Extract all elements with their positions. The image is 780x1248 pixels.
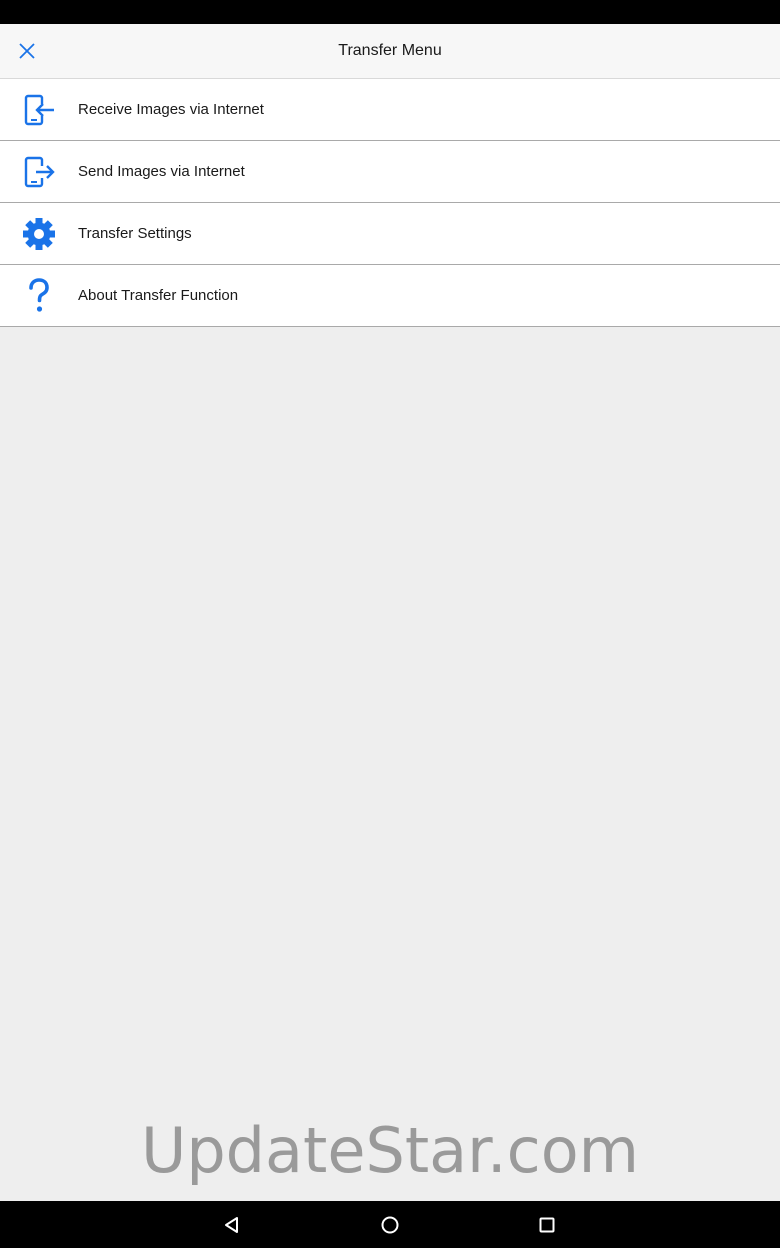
gear-icon: [20, 216, 58, 252]
close-button[interactable]: [12, 36, 42, 66]
header-bar: Transfer Menu: [0, 24, 780, 79]
back-triangle-icon: [225, 1217, 238, 1233]
send-phone-icon: [20, 154, 58, 190]
recents-square-icon: [539, 1217, 555, 1233]
receive-phone-icon: [20, 92, 58, 128]
menu-item-send-images[interactable]: Send Images via Internet: [0, 141, 780, 203]
navigation-bar: [0, 1201, 780, 1248]
status-bar: [0, 0, 780, 24]
menu-item-receive-images[interactable]: Receive Images via Internet: [0, 79, 780, 141]
watermark-text: UpdateStar.com: [140, 1114, 640, 1187]
menu-item-label: Transfer Settings: [78, 225, 192, 242]
menu-item-about-transfer[interactable]: About Transfer Function: [0, 265, 780, 327]
menu-item-transfer-settings[interactable]: Transfer Settings: [0, 203, 780, 265]
question-mark-icon: [20, 278, 58, 314]
transfer-menu-list: Receive Images via Internet Send Images …: [0, 79, 780, 327]
home-circle-icon: [381, 1216, 399, 1234]
menu-item-label: Receive Images via Internet: [78, 101, 264, 118]
back-button[interactable]: [218, 1211, 246, 1239]
menu-item-label: Send Images via Internet: [78, 163, 245, 180]
home-button[interactable]: [376, 1211, 404, 1239]
close-icon: [19, 43, 35, 59]
page-title: Transfer Menu: [338, 42, 442, 59]
recents-button[interactable]: [533, 1211, 561, 1239]
menu-item-label: About Transfer Function: [78, 287, 239, 304]
